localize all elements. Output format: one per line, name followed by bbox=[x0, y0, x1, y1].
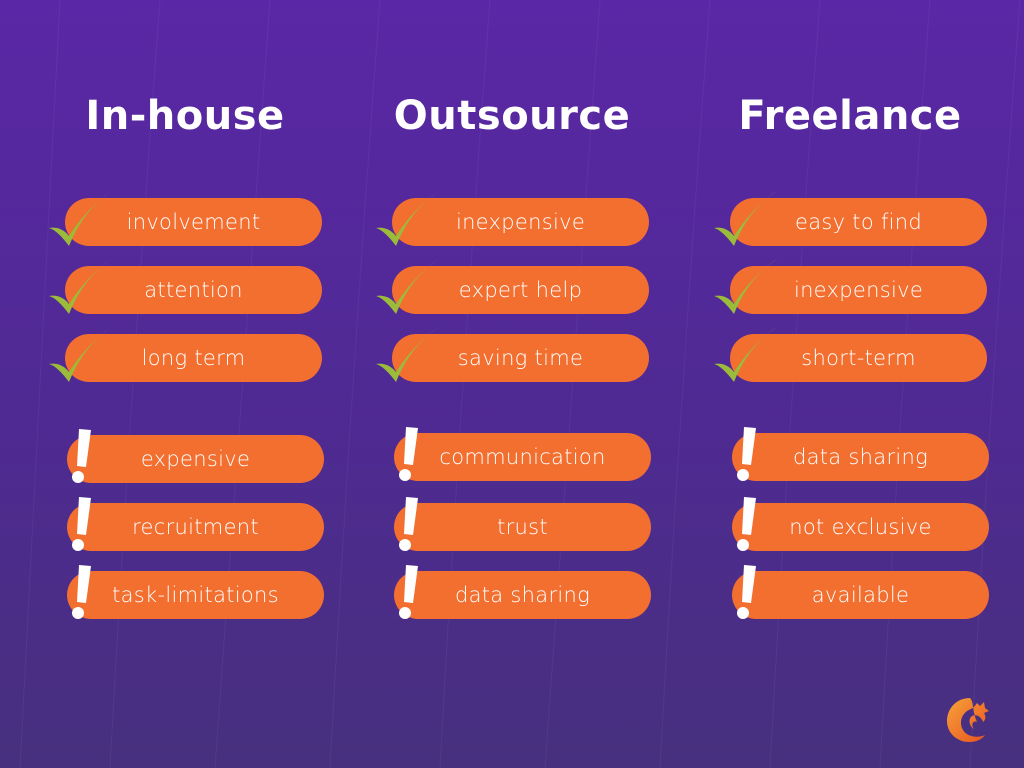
con-label: task-limitations bbox=[112, 583, 279, 607]
con-label: expensive bbox=[140, 447, 251, 471]
con-item: not exclusive bbox=[732, 503, 989, 551]
checkmark-icon bbox=[376, 190, 440, 246]
con-item: expensive bbox=[67, 435, 324, 483]
exclamation-icon bbox=[72, 497, 91, 551]
checkmark-icon bbox=[714, 190, 778, 246]
con-item: data sharing bbox=[394, 571, 651, 619]
con-label: data sharing bbox=[792, 445, 929, 469]
exclamation-icon bbox=[737, 565, 756, 619]
pro-label: inexpensive bbox=[793, 278, 924, 302]
pro-label: short-term bbox=[801, 346, 916, 370]
checkmark-icon bbox=[376, 326, 440, 382]
checkmark-icon bbox=[49, 326, 113, 382]
pro-label: saving time bbox=[457, 346, 584, 370]
checkmark-icon bbox=[49, 190, 113, 246]
column-title: Freelance bbox=[738, 93, 962, 139]
column-title: Outsource bbox=[393, 93, 631, 139]
exclamation-icon bbox=[399, 497, 418, 551]
con-item: trust bbox=[394, 503, 651, 551]
exclamation-icon bbox=[399, 565, 418, 619]
con-label: available bbox=[811, 583, 910, 607]
pro-label: easy to find bbox=[794, 210, 923, 234]
pro-label: expert help bbox=[458, 278, 583, 302]
checkmark-icon bbox=[376, 258, 440, 314]
con-label: trust bbox=[497, 515, 548, 539]
pro-label: long term bbox=[141, 346, 246, 370]
column-title: In-house bbox=[85, 93, 285, 139]
con-label: communication bbox=[439, 445, 606, 469]
pro-label: inexpensive bbox=[455, 210, 586, 234]
con-item: recruitment bbox=[67, 503, 324, 551]
checkmark-icon bbox=[49, 258, 113, 314]
con-label: data sharing bbox=[454, 583, 591, 607]
con-label: not exclusive bbox=[789, 515, 932, 539]
pro-label: involvement bbox=[126, 210, 261, 234]
exclamation-icon bbox=[72, 565, 91, 619]
phoenix-logo-icon bbox=[947, 698, 989, 742]
exclamation-icon bbox=[737, 497, 756, 551]
exclamation-icon bbox=[72, 429, 91, 483]
con-label: recruitment bbox=[132, 515, 259, 539]
checkmark-icon bbox=[714, 258, 778, 314]
con-item: communication bbox=[394, 433, 651, 481]
con-item: task-limitations bbox=[67, 571, 324, 619]
con-item: available bbox=[732, 571, 989, 619]
exclamation-icon bbox=[399, 427, 418, 481]
pro-label: attention bbox=[144, 278, 243, 302]
exclamation-icon bbox=[737, 427, 756, 481]
checkmark-icon bbox=[714, 326, 778, 382]
con-item: data sharing bbox=[732, 433, 989, 481]
